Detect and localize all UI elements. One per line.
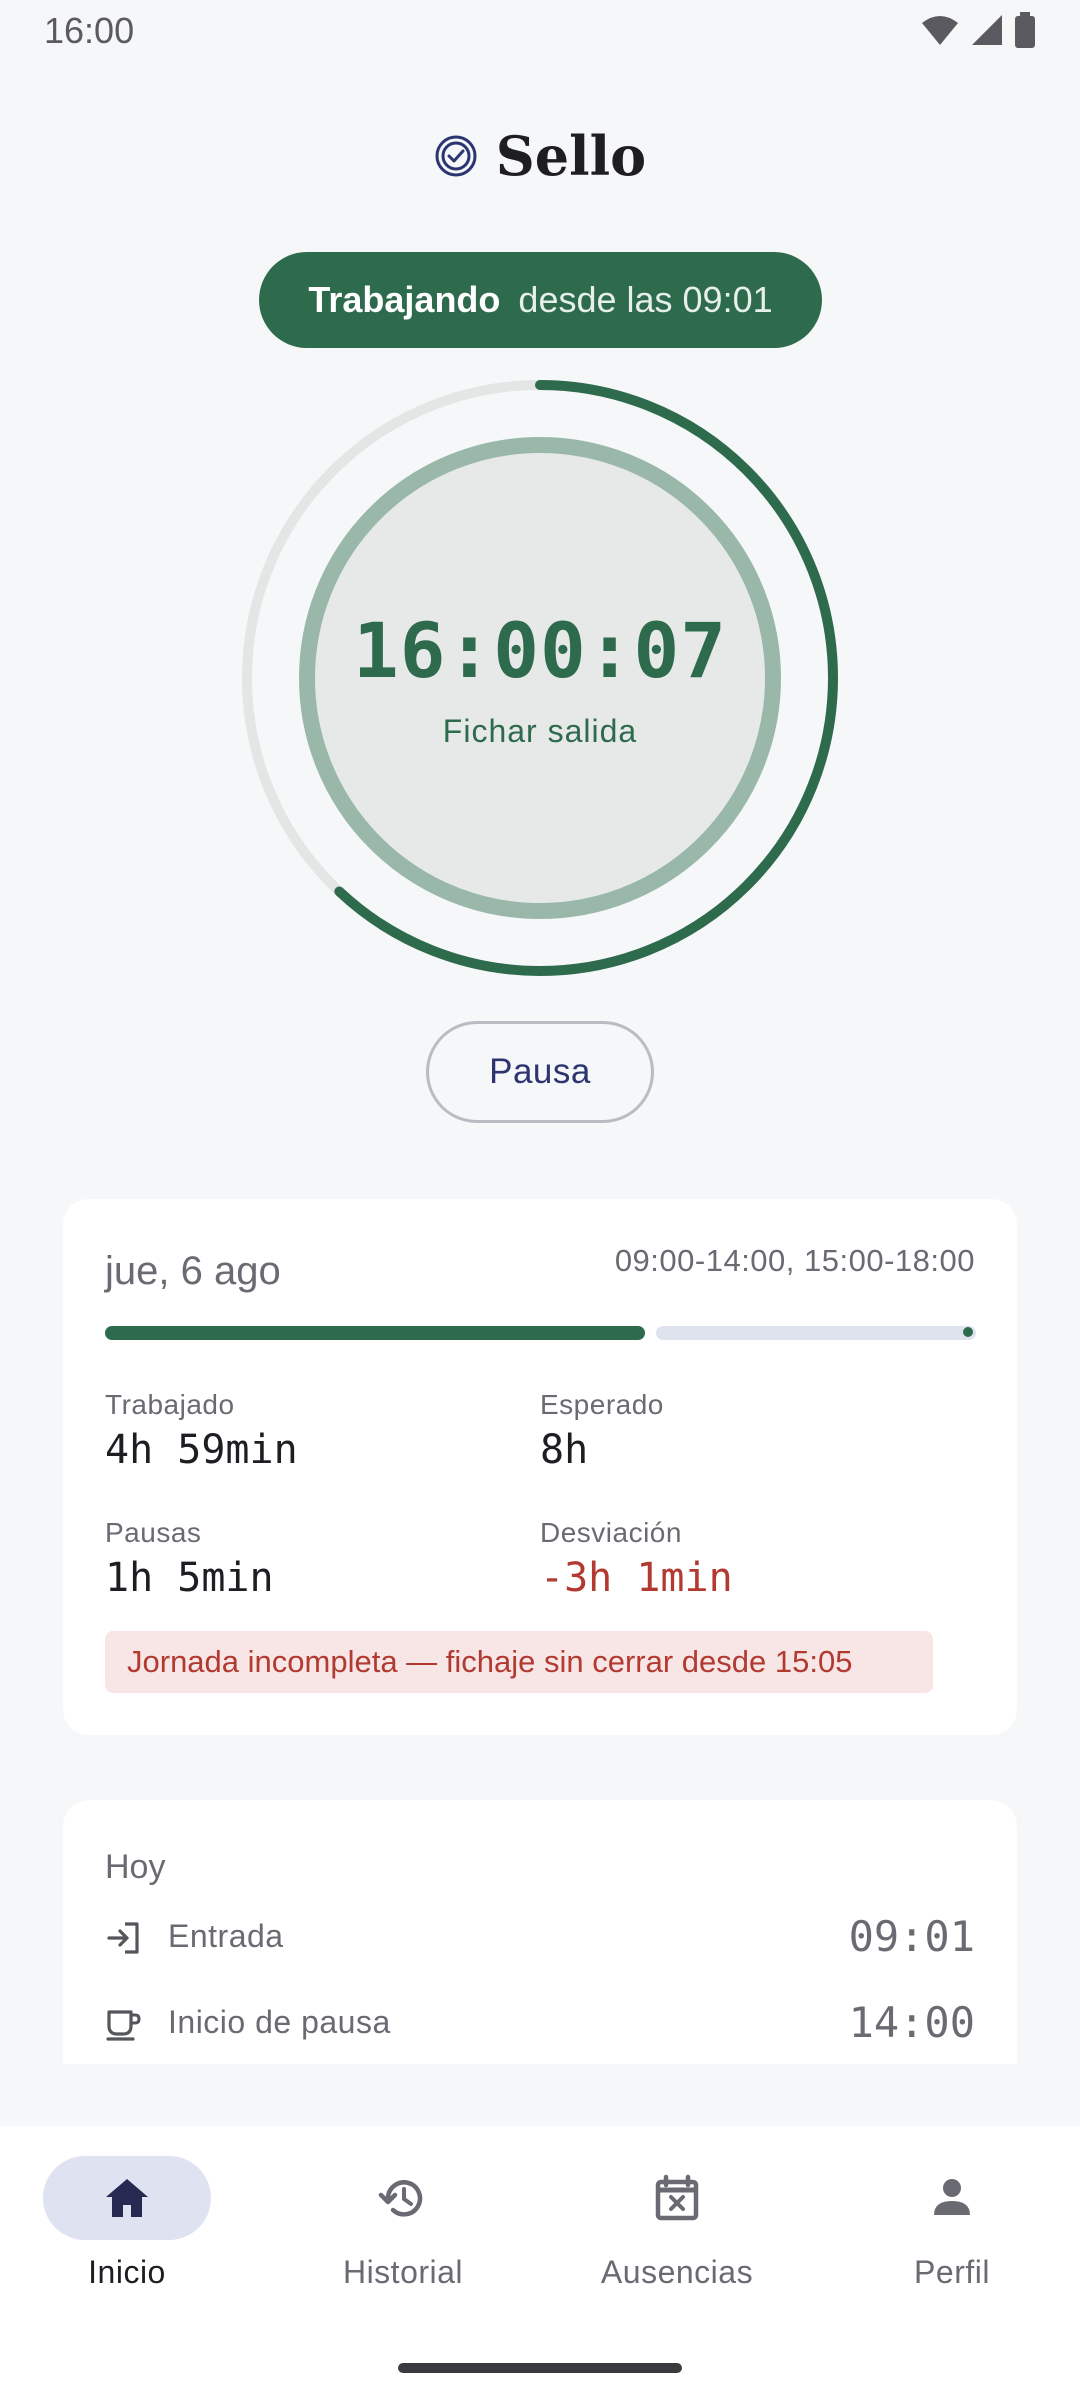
battery-icon <box>1015 12 1035 48</box>
nav-label-historial: Historial <box>342 2254 464 2290</box>
worked-label: Trabajado <box>105 1389 235 1420</box>
today-log-card: Hoy Entrada 09:01 Inicio de pausa 14:00 <box>63 1800 1017 2064</box>
nav-item-ausencias[interactable]: Ausencias <box>542 2156 812 2291</box>
day-date: jue, 6 ago <box>105 1249 281 1293</box>
home-icon <box>106 2179 148 2217</box>
calendar-cancel-icon <box>655 2174 699 2221</box>
work-status-since: desde las 09:01 <box>518 279 773 320</box>
day-progress-end-dot <box>963 1327 973 1337</box>
nav-label-inicio: Inicio <box>88 2254 166 2290</box>
person-icon <box>934 2179 970 2215</box>
incomplete-day-warning: Jornada incompleta — fichaje sin cerrar … <box>105 1631 933 1693</box>
status-time: 16:00 <box>44 10 135 51</box>
worked-value: 4h 59min <box>105 1427 298 1473</box>
clock-out-label: Fichar salida <box>442 713 638 749</box>
work-status-badge: Trabajando desde las 09:01 <box>259 252 822 348</box>
app-title: Sello <box>495 124 647 188</box>
entry-label: Entrada <box>168 1918 284 1954</box>
gesture-home-indicator[interactable] <box>398 2363 682 2373</box>
wifi-icon <box>922 16 958 45</box>
pause-start-label: Inicio de pausa <box>168 2004 391 2040</box>
nav-label-ausencias: Ausencias <box>600 2254 754 2290</box>
nav-indicator <box>319 2156 487 2240</box>
entry-time: 09:01 <box>848 1912 975 1961</box>
expected-label: Esperado <box>540 1389 664 1420</box>
nav-indicator <box>868 2156 1036 2240</box>
elapsed-time: 16:00:07 <box>352 606 728 695</box>
day-schedule: 09:00-14:00, 15:00-18:00 <box>614 1243 975 1278</box>
nav-label-perfil: Perfil <box>914 2254 990 2290</box>
pauses-value: 1h 5min <box>105 1555 274 1601</box>
coffee-icon <box>106 2010 141 2041</box>
nav-item-historial[interactable]: Historial <box>268 2156 538 2291</box>
nav-indicator <box>593 2156 761 2240</box>
pauses-label: Pausas <box>105 1517 202 1548</box>
status-icons <box>920 12 1036 48</box>
pause-start-time: 14:00 <box>848 1998 975 2047</box>
day-summary-card: jue, 6 ago 09:00-14:00, 15:00-18:00 Trab… <box>63 1199 1017 1735</box>
day-progress-remaining <box>656 1326 976 1340</box>
check-badge-icon <box>435 135 477 177</box>
bottom-navigation: Inicio Historial Ausencias Perfil <box>0 2126 1080 2400</box>
work-status-state: Trabajando <box>308 279 501 320</box>
nav-item-perfil[interactable]: Perfil <box>817 2156 1080 2291</box>
today-title: Hoy <box>105 1848 166 1886</box>
signal-icon <box>972 15 1002 45</box>
deviation-value: -3h 1min <box>540 1555 733 1601</box>
history-icon <box>378 2180 423 2217</box>
expected-value: 8h <box>540 1427 589 1473</box>
login-icon <box>107 1922 139 1954</box>
nav-indicator <box>43 2156 211 2240</box>
deviation-label: Desviación <box>540 1517 682 1548</box>
day-progress-filled <box>105 1326 645 1340</box>
clock-out-button[interactable]: 16:00:07 Fichar salida <box>299 437 781 919</box>
app-header: Sello <box>0 124 1080 188</box>
nav-item-inicio[interactable]: Inicio <box>0 2156 262 2291</box>
pause-button[interactable]: Pausa <box>426 1021 654 1123</box>
